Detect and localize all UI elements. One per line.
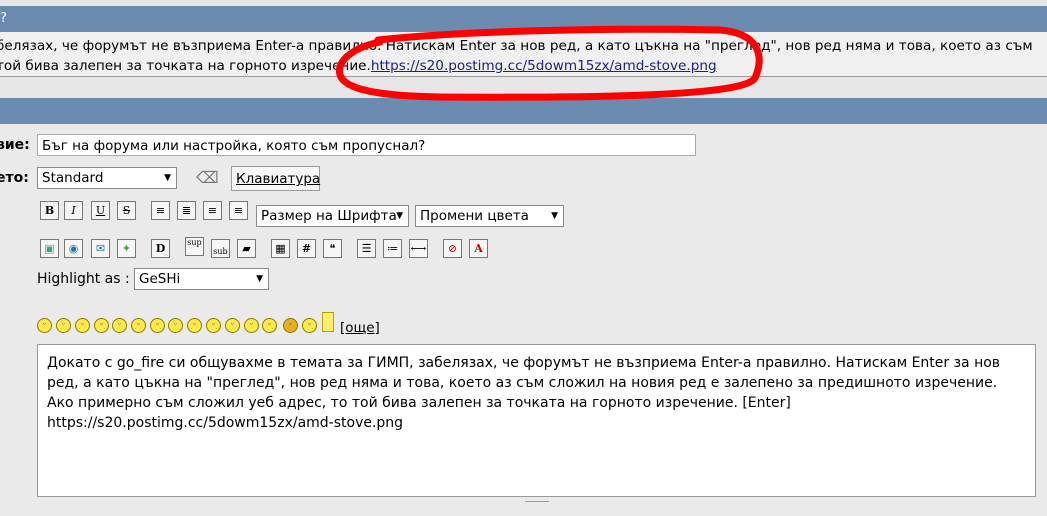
subject-label: вие:	[0, 137, 30, 153]
font-size-select-label: Размер на Шрифта	[261, 208, 397, 224]
preview-link[interactable]: https://s20.postimg.cc/5dowm15zx/amd-sto…	[371, 58, 717, 74]
keyboard-button[interactable]: Клавиатура	[231, 166, 320, 191]
preview-header: ?	[0, 6, 1047, 32]
layout-select-value: Standard	[42, 170, 104, 186]
shock-icon[interactable]: ᵕ	[150, 318, 165, 333]
font-size-select[interactable]: Размер на Шрифта ▼	[256, 205, 409, 227]
highlight-label: Highlight as :	[37, 271, 130, 287]
razz-icon[interactable]: ᵕ	[244, 318, 259, 333]
preview-header-title: ?	[0, 11, 7, 26]
bold-button[interactable]: B	[40, 201, 59, 220]
align-center-icon[interactable]: ≡	[203, 201, 222, 220]
bulleted-list-icon[interactable]: ☰	[357, 239, 376, 258]
color-select[interactable]: Промени цвета ▼	[415, 205, 564, 227]
globe-icon[interactable]: ◉	[64, 239, 83, 258]
email-icon[interactable]: ✉	[91, 239, 110, 258]
layout-label: ето:	[0, 170, 29, 186]
beer-icon[interactable]	[322, 312, 334, 332]
table-icon[interactable]: ▦	[271, 239, 290, 258]
chevron-down-icon: ▼	[551, 211, 558, 221]
align-justify-icon[interactable]: ≣	[177, 201, 196, 220]
message-text: Докато с go_fire си общувахме в темата з…	[47, 355, 1001, 431]
subject-input[interactable]: Бъг на форума или настройка, която съм п…	[37, 134, 696, 156]
mad-icon[interactable]: ᵕ	[225, 318, 240, 333]
resize-grip[interactable]	[525, 496, 549, 502]
more-smilies-link[interactable]: [още]	[340, 320, 380, 336]
post-header	[0, 98, 1047, 124]
surprised-icon[interactable]: ᵕ	[131, 318, 146, 333]
layout-select[interactable]: Standard ▼	[37, 167, 177, 189]
spoiler-icon[interactable]: ▰	[237, 239, 256, 258]
happy-icon[interactable]: ᵕ	[75, 318, 90, 333]
chevron-down-icon: ▼	[396, 211, 403, 221]
message-textarea[interactable]: Докато с go_fire си общувахме в темата з…	[37, 344, 1036, 497]
eraser-icon[interactable]: ⌫	[196, 168, 219, 187]
strike-button[interactable]: S	[117, 201, 136, 220]
flash-icon[interactable]: ✦	[117, 239, 136, 258]
highlight-select-value: GeSHi	[139, 271, 181, 287]
image-icon[interactable]: ▣	[40, 239, 59, 258]
grin-icon[interactable]: ᵕ	[56, 318, 71, 333]
sad-icon[interactable]: ᵕ	[112, 318, 127, 333]
preview-line-2-text: той бива залепен за точката на горното и…	[0, 58, 371, 74]
horizontal-rule-icon[interactable]: ⟷	[409, 239, 428, 258]
align-left-icon[interactable]: ≡	[151, 201, 170, 220]
align-right-icon[interactable]: ≡	[229, 201, 248, 220]
quote-icon[interactable]: ❝	[323, 239, 342, 258]
preview-line-1: белязах, че форумът не възприема Enter-а…	[0, 38, 1033, 54]
chevron-down-icon: ▼	[164, 173, 171, 183]
preview-panel: белязах, че форумът не възприема Enter-а…	[0, 32, 1047, 76]
superscript-button[interactable]: sup	[185, 237, 204, 256]
subscript-button[interactable]: sub	[211, 239, 230, 258]
numbered-list-icon[interactable]: ≔	[383, 239, 402, 258]
neutral-icon[interactable]: ᵕ	[262, 318, 277, 333]
remove-format-icon[interactable]: ⊘	[443, 239, 462, 258]
italic-button[interactable]: I	[64, 201, 83, 220]
underline-button[interactable]: U	[91, 201, 110, 220]
evil-icon[interactable]: ᵕ	[283, 318, 298, 333]
highlight-select[interactable]: GeSHi ▼	[134, 268, 269, 290]
chevron-down-icon: ▼	[256, 274, 263, 284]
divider	[0, 76, 1047, 77]
hash-button[interactable]: #	[297, 239, 316, 258]
wink-icon[interactable]: ᵕ	[302, 318, 317, 333]
preview-line-2: той бива залепен за точката на горното и…	[0, 58, 717, 74]
eek-icon[interactable]: ᵕ	[206, 318, 221, 333]
confused-icon[interactable]: ᵕ	[187, 318, 202, 333]
cool-icon[interactable]: ᵕ	[168, 318, 183, 333]
smile-icon[interactable]: ᵕ	[37, 318, 52, 333]
code-icon[interactable]: D	[151, 239, 170, 258]
laugh-icon[interactable]: ᵕ	[94, 318, 109, 333]
color-select-label: Промени цвета	[420, 208, 529, 224]
font-color-icon[interactable]: A	[469, 239, 488, 258]
